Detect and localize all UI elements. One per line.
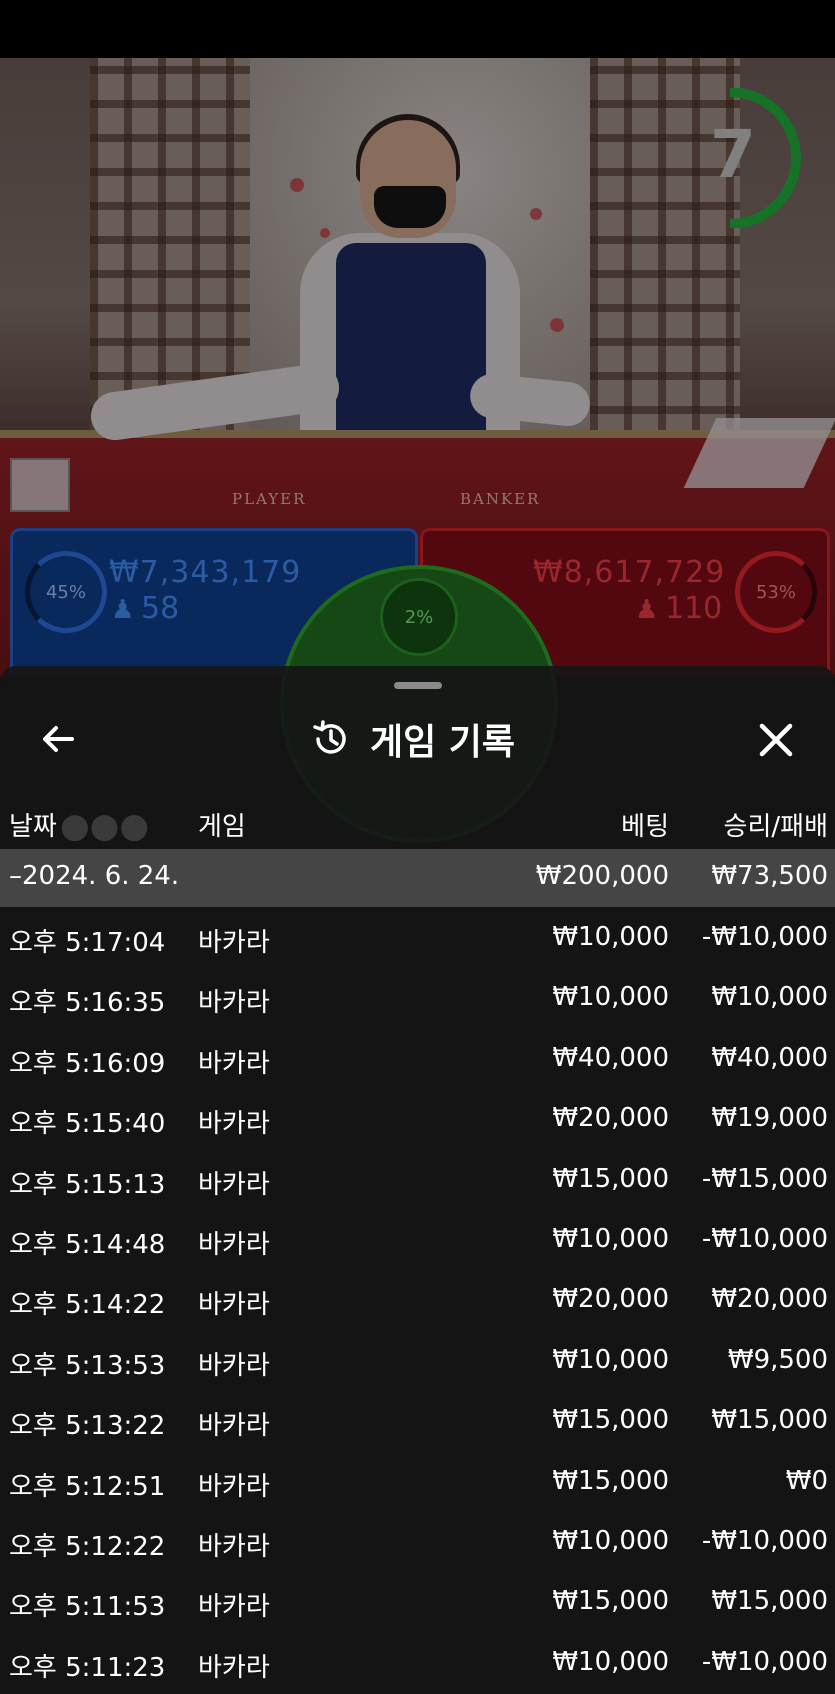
row-time: 오후 5:16:09 (9, 1048, 166, 1079)
row-time: 오후 5:14:22 (9, 1290, 166, 1321)
row-bet: ₩20,000 (552, 1284, 669, 1315)
history-row[interactable]: 오후 5:16:35 바카라 ₩10,000 ₩10,000 (0, 968, 835, 1028)
history-row[interactable]: 오후 5:11:53 바카라 ₩15,000 ₩15,000 (0, 1572, 835, 1632)
history-row[interactable]: 오후 5:12:51 바카라 ₩15,000 ₩0 (0, 1452, 835, 1512)
row-bet: ₩10,000 (552, 982, 669, 1013)
row-bet: ₩15,000 (552, 1405, 669, 1436)
summary-date: –2024. 6. 24. (9, 861, 180, 891)
arrow-left-icon (43, 726, 74, 752)
row-bet: ₩10,000 (552, 1223, 669, 1254)
row-bet: ₩10,000 (552, 1646, 669, 1677)
row-game: 바카라 (198, 1109, 270, 1140)
col-result: 승리/패배 (723, 812, 828, 842)
row-time: 오후 5:12:51 (9, 1471, 166, 1502)
game-history-sheet: ●●● 게임 기록 날짜 게임 베팅 승리/패배 –2024. 6. 24. ₩… (0, 666, 835, 1694)
history-clock-icon (313, 720, 346, 754)
back-button[interactable] (28, 714, 88, 764)
row-result: ₩15,000 (711, 1405, 828, 1436)
row-bet: ₩10,000 (552, 922, 669, 952)
row-result: ₩10,000 (711, 982, 828, 1013)
summary-result: ₩73,500 (711, 861, 828, 891)
col-date: 날짜 (9, 812, 57, 842)
col-game: 게임 (198, 812, 246, 842)
close-button[interactable] (748, 712, 804, 768)
history-row[interactable]: 오후 5:11:23 바카라 ₩10,000 -₩10,000 (0, 1633, 835, 1693)
row-result: ₩40,000 (711, 1042, 828, 1073)
row-game: 바카라 (198, 1048, 270, 1079)
row-game: 바카라 (198, 928, 270, 958)
history-row[interactable]: 오후 5:14:48 바카라 ₩10,000 -₩10,000 (0, 1210, 835, 1270)
row-time: 오후 5:11:53 (9, 1592, 166, 1623)
row-result: -₩10,000 (701, 1525, 828, 1556)
history-row[interactable]: 오후 5:12:22 바카라 ₩10,000 -₩10,000 (0, 1512, 835, 1572)
history-list: 오후 5:17:04 바카라 ₩10,000 -₩10,000 오후 5:16:35 바카… (0, 908, 835, 1693)
row-bet: ₩10,000 (552, 1344, 669, 1375)
close-icon (759, 723, 793, 757)
row-game: 바카라 (198, 1652, 270, 1683)
sheet-title: 게임 기록 (370, 722, 516, 763)
row-result: -₩15,000 (701, 1163, 828, 1194)
history-row[interactable]: 오후 5:17:04 바카라 ₩10,000 -₩10,000 (0, 908, 835, 968)
history-row[interactable]: 오후 5:15:13 바카라 ₩15,000 -₩15,000 (0, 1150, 835, 1210)
row-result: ₩0 (785, 1465, 828, 1496)
row-game: 바카라 (198, 1350, 270, 1381)
row-result: ₩20,000 (711, 1284, 828, 1315)
row-time: 오후 5:13:53 (9, 1350, 166, 1381)
row-time: 오후 5:12:22 (9, 1531, 166, 1562)
row-bet: ₩15,000 (552, 1163, 669, 1194)
row-game: 바카라 (198, 1592, 270, 1623)
row-bet: ₩40,000 (552, 1042, 669, 1073)
row-result: -₩10,000 (701, 1646, 828, 1677)
row-time: 오후 5:16:35 (9, 988, 166, 1019)
row-time: 오후 5:14:48 (9, 1229, 166, 1260)
history-row[interactable]: 오후 5:13:22 바카라 ₩15,000 ₩15,000 (0, 1391, 835, 1451)
drag-handle[interactable] (394, 682, 442, 689)
row-game: 바카라 (198, 1229, 270, 1260)
row-game: 바카라 (198, 1531, 270, 1562)
history-row[interactable]: 오후 5:15:40 바카라 ₩20,000 ₩19,000 (0, 1089, 835, 1149)
row-game: 바카라 (198, 1471, 270, 1502)
history-row[interactable]: 오후 5:13:53 바카라 ₩10,000 ₩9,500 (0, 1331, 835, 1391)
row-game: 바카라 (198, 1169, 270, 1200)
history-row[interactable]: 오후 5:16:09 바카라 ₩40,000 ₩40,000 (0, 1029, 835, 1089)
row-bet: ₩15,000 (552, 1586, 669, 1617)
row-bet: ₩15,000 (552, 1465, 669, 1496)
row-game: 바카라 (198, 1411, 270, 1442)
row-result: ₩9,500 (727, 1344, 828, 1375)
row-time: 오후 5:15:40 (9, 1109, 166, 1140)
row-time: 오후 5:13:22 (9, 1411, 166, 1442)
date-summary-row[interactable]: –2024. 6. 24. ₩200,000 ₩73,500 (0, 849, 835, 907)
sheet-header: 게임 기록 (0, 696, 835, 780)
col-bet: 베팅 (621, 812, 669, 842)
row-game: 바카라 (198, 1290, 270, 1321)
row-bet: ₩20,000 (552, 1103, 669, 1134)
summary-bet: ₩200,000 (535, 861, 669, 891)
column-headers: 날짜 게임 베팅 승리/패배 (0, 798, 835, 848)
sheet-title-group: 게임 기록 (310, 712, 515, 766)
row-time: 오후 5:11:23 (9, 1652, 166, 1683)
row-result: -₩10,000 (701, 922, 828, 952)
history-row[interactable]: 오후 5:14:22 바카라 ₩20,000 ₩20,000 (0, 1270, 835, 1330)
row-time: 오후 5:15:13 (9, 1169, 166, 1200)
row-result: -₩10,000 (701, 1223, 828, 1254)
row-time: 오후 5:17:04 (9, 928, 166, 958)
row-result: ₩15,000 (711, 1586, 828, 1617)
row-bet: ₩10,000 (552, 1525, 669, 1556)
row-result: ₩19,000 (711, 1103, 828, 1134)
row-game: 바카라 (198, 988, 270, 1019)
